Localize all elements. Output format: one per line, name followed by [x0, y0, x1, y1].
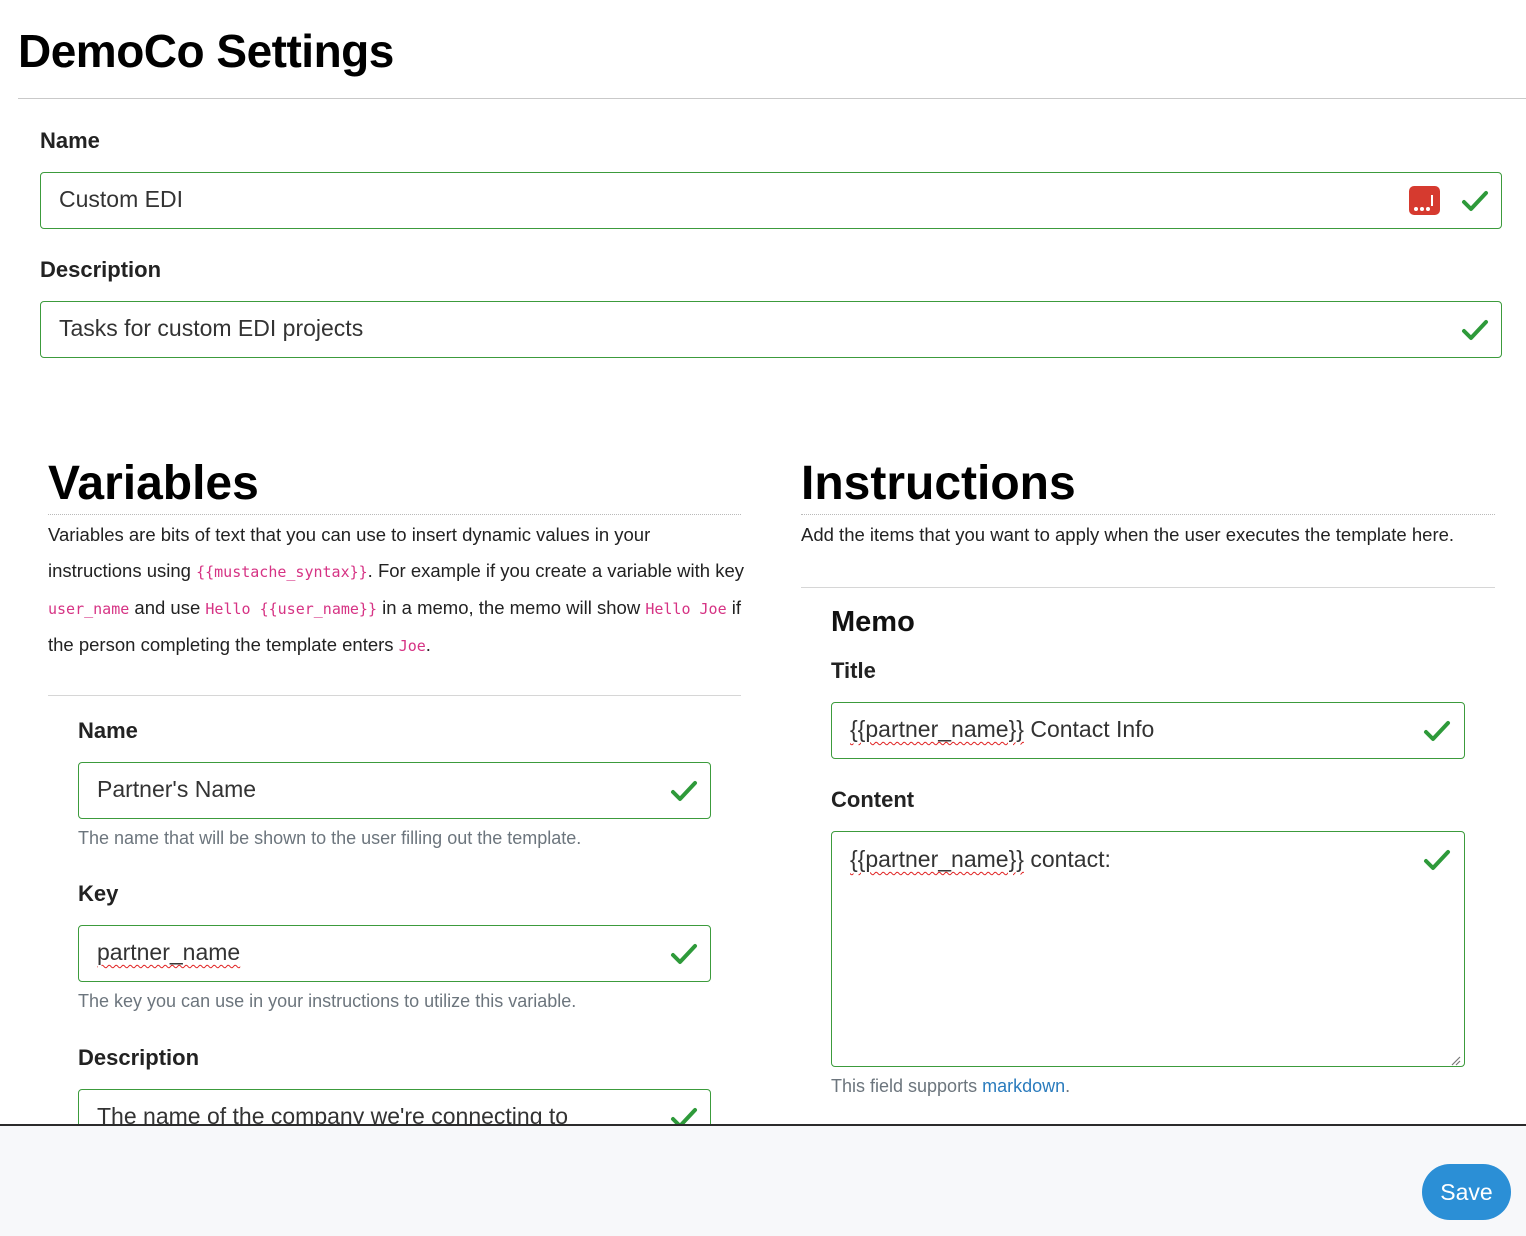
instructions-divider [801, 514, 1495, 515]
save-button[interactable]: Save [1422, 1164, 1511, 1220]
memo-title-text: Contact Info [1023, 716, 1155, 742]
memo-content-textarea[interactable]: {{partner_name}} contact: [831, 831, 1465, 1067]
memo-content-text: contact: [1023, 846, 1111, 872]
help-text: This field supports [831, 1076, 983, 1096]
check-icon [1423, 848, 1451, 872]
footer-bar: Save [0, 1124, 1526, 1236]
variable-name-input[interactable]: Partner's Name [78, 762, 711, 819]
variable-key-input[interactable]: partner_name [78, 925, 711, 982]
description-input[interactable]: Tasks for custom EDI projects [40, 301, 1502, 358]
variable-description-input[interactable]: The name of the company we're connecting… [78, 1089, 711, 1125]
name-input-value: Custom EDI [59, 186, 183, 212]
memo-title-value: {{partner_name}} Contact Info [850, 716, 1154, 743]
memo-heading: Memo [831, 606, 915, 638]
code-hello-joe: Hello Joe [645, 600, 727, 618]
variables-heading: Variables [48, 457, 259, 510]
memo-content-label: Content [831, 787, 915, 812]
memo-title-variable: {{partner_name}} [850, 716, 1024, 742]
check-icon [670, 1106, 698, 1125]
markdown-link[interactable]: markdown [982, 1076, 1065, 1096]
code-user-name: user_name [48, 600, 130, 618]
code-mustache-syntax: {{mustache_syntax}} [196, 563, 368, 581]
check-icon [1423, 719, 1451, 743]
memo-content-help: This field supports markdown. [831, 1076, 1070, 1097]
password-manager-icon[interactable] [1409, 186, 1440, 215]
check-icon [670, 942, 698, 966]
variable-name-help: The name that will be shown to the user … [78, 828, 582, 848]
title-divider [18, 98, 1526, 99]
instructions-heading: Instructions [801, 457, 1076, 510]
intro-text: in a memo, the memo will show [377, 597, 646, 618]
check-icon [1461, 189, 1489, 213]
help-text: . [1065, 1076, 1071, 1096]
page-title: DemoCo Settings [18, 25, 394, 77]
description-input-value: Tasks for custom EDI projects [59, 315, 364, 341]
memo-title-input[interactable]: {{partner_name}} Contact Info [831, 702, 1465, 759]
intro-text: . [425, 634, 431, 655]
variable-name-value: Partner's Name [97, 776, 257, 802]
variable-description-label: Description [78, 1045, 200, 1070]
memo-title-label: Title [831, 658, 876, 683]
variable-key-value: partner_name [97, 939, 241, 965]
resize-handle-icon[interactable] [1451, 1053, 1461, 1066]
variable-name-label: Name [78, 718, 138, 743]
variable-key-help: The key you can use in your instructions… [78, 991, 577, 1011]
intro-text: and use [129, 597, 206, 618]
check-icon [670, 779, 698, 803]
check-icon [1461, 318, 1489, 342]
name-input[interactable]: Custom EDI [40, 172, 1502, 229]
variables-description: Variables are bits of text that you can … [48, 517, 748, 664]
memo-content-variable: {{partner_name}} [850, 846, 1024, 872]
variables-list-divider [48, 695, 741, 696]
code-hello-template: Hello {{user_name}} [205, 600, 377, 618]
variable-key-label: Key [78, 881, 119, 906]
code-joe: Joe [398, 637, 426, 655]
description-label: Description [40, 257, 162, 282]
name-label: Name [40, 128, 100, 153]
memo-content-value: {{partner_name}} contact: [850, 846, 1111, 873]
intro-text: . For example if you create a variable w… [367, 560, 745, 581]
instructions-description: Add the items that you want to apply whe… [801, 524, 1455, 545]
variables-divider [48, 514, 741, 515]
instructions-list-divider [801, 587, 1495, 588]
settings-scroll-area[interactable]: DemoCo Settings Name Custom EDI Descript… [0, 0, 1526, 1125]
variable-description-value: The name of the company we're connecting… [97, 1103, 569, 1125]
